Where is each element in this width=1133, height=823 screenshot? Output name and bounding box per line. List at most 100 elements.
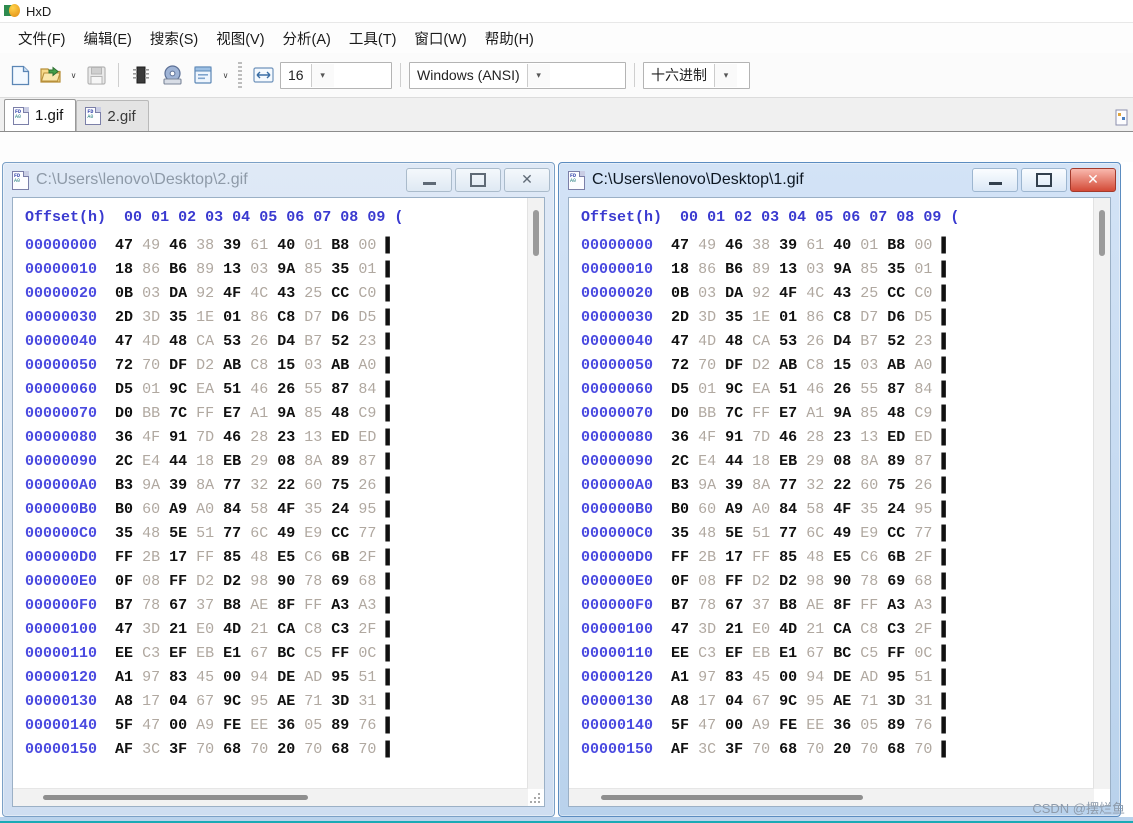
- hex-byte[interactable]: 44: [725, 453, 743, 470]
- hex-byte[interactable]: A0: [914, 357, 932, 374]
- hex-byte[interactable]: 92: [196, 285, 214, 302]
- hex-byte[interactable]: 2F: [358, 621, 376, 638]
- hex-byte[interactable]: 01: [358, 261, 376, 278]
- hex-byte[interactable]: B8: [887, 237, 905, 254]
- hex-byte[interactable]: 48: [142, 525, 160, 542]
- hex-byte[interactable]: 60: [860, 477, 878, 494]
- hex-byte[interactable]: 48: [698, 525, 716, 542]
- hex-byte[interactable]: 75: [887, 477, 905, 494]
- hex-byte[interactable]: 87: [358, 453, 376, 470]
- hex-byte[interactable]: D2: [752, 357, 770, 374]
- hex-byte[interactable]: 44: [169, 453, 187, 470]
- hex-row[interactable]: 00000130 A8 17 04 67 9C 95 AE 71 3D 31 ▌: [581, 690, 959, 714]
- hex-byte[interactable]: A8: [115, 693, 133, 710]
- child-window-1gif-titlebar[interactable]: FD A0 C:\Users\lenovo\Desktop\1.gif ✕: [559, 163, 1120, 197]
- hex-byte[interactable]: A1: [250, 405, 268, 422]
- hex-byte[interactable]: 20: [277, 741, 295, 758]
- hex-byte[interactable]: EE: [806, 717, 824, 734]
- hex-byte[interactable]: 26: [358, 477, 376, 494]
- hex-byte[interactable]: 15: [277, 357, 295, 374]
- hex-byte[interactable]: EE: [671, 645, 689, 662]
- hex-byte[interactable]: 2F: [358, 549, 376, 566]
- hex-byte[interactable]: AB: [887, 357, 905, 374]
- hex-byte[interactable]: AB: [779, 357, 797, 374]
- vertical-scrollbar-1gif[interactable]: [1093, 198, 1110, 789]
- hex-byte[interactable]: 03: [304, 357, 322, 374]
- vertical-scrollbar-2gif[interactable]: [527, 198, 544, 789]
- hex-byte[interactable]: 21: [806, 621, 824, 638]
- hex-byte[interactable]: 58: [250, 501, 268, 518]
- hex-byte[interactable]: C3: [142, 645, 160, 662]
- hex-byte[interactable]: 4F: [142, 429, 160, 446]
- hex-byte[interactable]: 67: [752, 693, 770, 710]
- hex-editor-2gif[interactable]: Offset(h) 00 01 02 03 04 05 06 07 08 09 …: [12, 197, 545, 807]
- hex-byte[interactable]: A9: [169, 501, 187, 518]
- hex-byte[interactable]: 08: [142, 573, 160, 590]
- hex-byte[interactable]: 71: [304, 693, 322, 710]
- resize-grip-2gif[interactable]: [529, 792, 542, 805]
- hex-byte[interactable]: 4F: [277, 501, 295, 518]
- hex-byte[interactable]: 89: [887, 453, 905, 470]
- hex-byte[interactable]: 35: [860, 501, 878, 518]
- hex-byte[interactable]: 46: [806, 381, 824, 398]
- hex-byte[interactable]: 25: [304, 285, 322, 302]
- hex-byte[interactable]: 01: [223, 309, 241, 326]
- open-file-dropdown-caret[interactable]: ∨: [68, 63, 79, 87]
- hex-row[interactable]: 00000080 36 4F 91 7D 46 28 23 13 ED ED ▌: [25, 426, 403, 450]
- hex-byte[interactable]: 85: [779, 549, 797, 566]
- hex-byte[interactable]: 53: [779, 333, 797, 350]
- hex-byte[interactable]: 9A: [277, 261, 295, 278]
- horizontal-scrollbar-1gif[interactable]: [569, 788, 1094, 806]
- hex-byte[interactable]: 17: [142, 693, 160, 710]
- hex-row[interactable]: 000000D0 FF 2B 17 FF 85 48 E5 C6 6B 2F ▌: [581, 546, 959, 570]
- hex-byte[interactable]: 3D: [142, 621, 160, 638]
- hex-byte[interactable]: 91: [725, 429, 743, 446]
- hex-byte[interactable]: C3: [887, 621, 905, 638]
- hex-byte[interactable]: 97: [142, 669, 160, 686]
- hex-byte[interactable]: 77: [223, 525, 241, 542]
- hex-byte[interactable]: 46: [250, 381, 268, 398]
- hex-byte[interactable]: E9: [304, 525, 322, 542]
- hex-byte[interactable]: 52: [887, 333, 905, 350]
- hex-byte[interactable]: C3: [331, 621, 349, 638]
- hex-byte[interactable]: 43: [277, 285, 295, 302]
- hex-byte[interactable]: C0: [358, 285, 376, 302]
- hex-byte[interactable]: 70: [914, 741, 932, 758]
- hex-byte[interactable]: 26: [250, 333, 268, 350]
- hex-byte[interactable]: 5F: [671, 717, 689, 734]
- hex-row[interactable]: 00000150 AF 3C 3F 70 68 70 20 70 68 70 ▌: [581, 738, 959, 762]
- hex-byte[interactable]: 01: [860, 237, 878, 254]
- hex-byte[interactable]: AB: [331, 357, 349, 374]
- hex-byte[interactable]: 68: [358, 573, 376, 590]
- hex-byte[interactable]: 47: [142, 717, 160, 734]
- hex-byte[interactable]: E0: [196, 621, 214, 638]
- hex-byte[interactable]: D0: [671, 405, 689, 422]
- menu-file[interactable]: 文件(F): [10, 25, 74, 52]
- hex-byte[interactable]: D6: [887, 309, 905, 326]
- hex-row[interactable]: 000000C0 35 48 5E 51 77 6C 49 E9 CC 77 ▌: [581, 522, 959, 546]
- hex-byte[interactable]: CA: [196, 333, 214, 350]
- hex-byte[interactable]: 35: [671, 525, 689, 542]
- hex-byte[interactable]: 98: [806, 573, 824, 590]
- hex-byte[interactable]: 69: [331, 573, 349, 590]
- hex-byte[interactable]: 77: [779, 525, 797, 542]
- hex-byte[interactable]: 2B: [698, 549, 716, 566]
- hex-byte[interactable]: 49: [698, 237, 716, 254]
- hex-byte[interactable]: 01: [914, 261, 932, 278]
- hex-byte[interactable]: 47: [671, 237, 689, 254]
- hex-byte[interactable]: 4D: [223, 621, 241, 638]
- hex-byte[interactable]: 92: [752, 285, 770, 302]
- child-window-2gif-titlebar[interactable]: FD A0 C:\Users\lenovo\Desktop\2.gif ✕: [3, 163, 554, 197]
- hex-byte[interactable]: 46: [779, 429, 797, 446]
- hex-byte[interactable]: 26: [833, 381, 851, 398]
- hex-byte[interactable]: EB: [223, 453, 241, 470]
- horizontal-scrollbar-thumb[interactable]: [601, 795, 863, 800]
- hex-byte[interactable]: 68: [223, 741, 241, 758]
- hex-byte[interactable]: 86: [806, 309, 824, 326]
- hex-byte[interactable]: 94: [250, 669, 268, 686]
- hex-row[interactable]: 00000000 47 49 46 38 39 61 40 01 B8 00 ▌: [581, 234, 959, 258]
- hex-byte[interactable]: 24: [887, 501, 905, 518]
- hex-byte[interactable]: 35: [331, 261, 349, 278]
- hex-byte[interactable]: 3D: [698, 309, 716, 326]
- hex-byte[interactable]: C8: [806, 357, 824, 374]
